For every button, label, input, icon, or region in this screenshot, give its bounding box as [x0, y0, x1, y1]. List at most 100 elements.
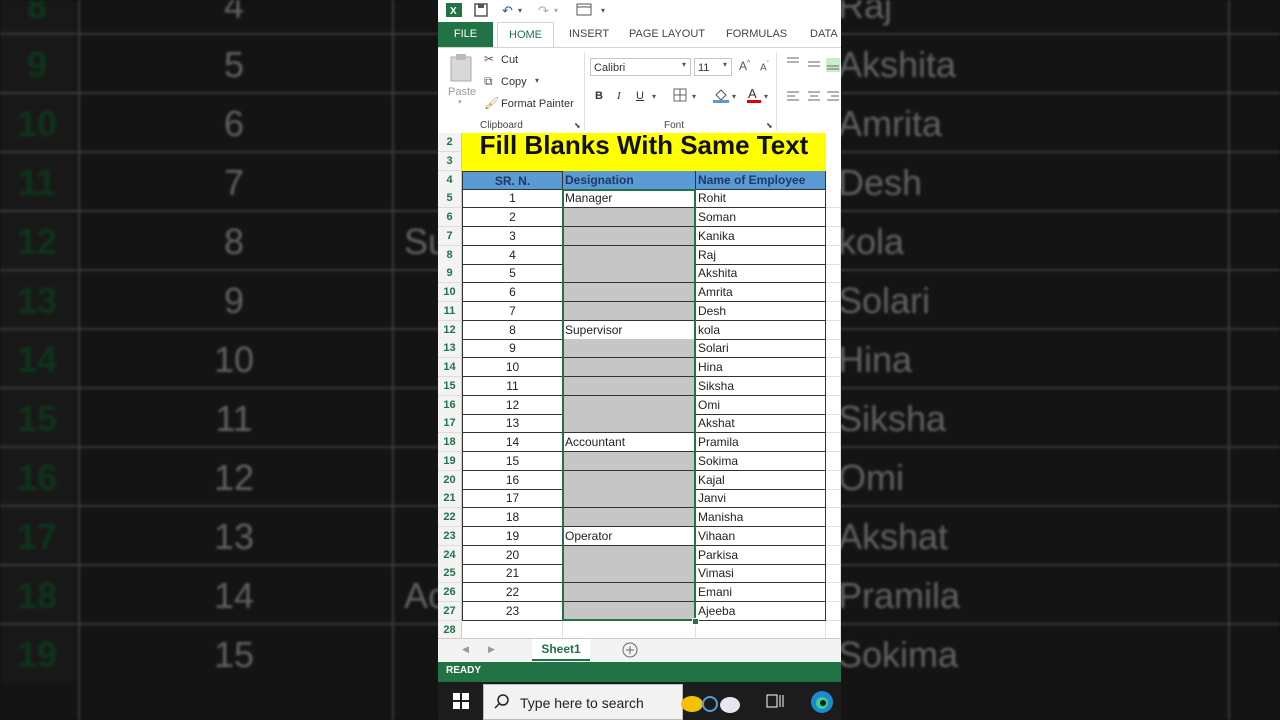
- name-cell[interactable]: Kajal: [696, 470, 826, 490]
- worksheet-grid[interactable]: 2 3 Fill Blanks With Same Text 4 SR. N. Desig…: [438, 133, 841, 638]
- form-icon[interactable]: [576, 3, 592, 20]
- copy-button[interactable]: Copy: [501, 76, 527, 88]
- taskbar-search-box[interactable]: Type here to search: [483, 684, 740, 720]
- name-cell[interactable]: Desh: [696, 301, 826, 321]
- row-header[interactable]: 7: [438, 226, 462, 246]
- row-header[interactable]: 9: [438, 264, 462, 284]
- sr-cell[interactable]: 1: [462, 189, 563, 209]
- tab-home[interactable]: HOME: [497, 22, 554, 48]
- paste-button[interactable]: Paste: [448, 86, 476, 98]
- title-cell[interactable]: Fill Blanks With Same Text: [462, 133, 826, 171]
- name-cell[interactable]: Ajeeba: [696, 601, 826, 621]
- row-header[interactable]: 14: [438, 358, 462, 377]
- sr-cell[interactable]: 5: [462, 264, 563, 284]
- name-cell[interactable]: Janvi: [696, 489, 826, 509]
- name-cell[interactable]: Omi: [696, 395, 826, 415]
- empty-cell[interactable]: [826, 414, 841, 434]
- name-cell[interactable]: Vimasi: [696, 564, 826, 584]
- name-cell[interactable]: Akshat: [696, 414, 826, 434]
- sr-cell[interactable]: 6: [462, 283, 563, 302]
- sr-cell[interactable]: 18: [462, 508, 563, 527]
- edge-browser-icon[interactable]: [810, 690, 834, 717]
- cut-icon[interactable]: ✂: [484, 52, 494, 66]
- format-painter-icon[interactable]: 🖌: [484, 96, 499, 110]
- designation-cell[interactable]: [563, 245, 696, 265]
- row-header[interactable]: 5: [438, 189, 462, 209]
- designation-cell[interactable]: [563, 601, 696, 621]
- font-launcher-icon[interactable]: ⬊: [766, 121, 773, 130]
- empty-cell[interactable]: [826, 620, 841, 638]
- row-header[interactable]: 17: [438, 414, 462, 434]
- name-cell[interactable]: Solari: [696, 339, 826, 359]
- empty-cell[interactable]: [826, 245, 841, 265]
- designation-cell[interactable]: [563, 489, 696, 509]
- sr-cell[interactable]: 15: [462, 451, 563, 471]
- empty-cell[interactable]: [826, 376, 841, 396]
- fill-color-icon[interactable]: [712, 86, 730, 107]
- sr-cell[interactable]: 17: [462, 489, 563, 509]
- row-header[interactable]: 25: [438, 564, 462, 584]
- designation-cell[interactable]: [563, 264, 696, 284]
- row-header[interactable]: 19: [438, 451, 462, 471]
- designation-cell[interactable]: [563, 451, 696, 471]
- row-header[interactable]: 24: [438, 545, 462, 565]
- row-header[interactable]: 4: [438, 170, 462, 190]
- sr-cell[interactable]: 8: [462, 320, 563, 340]
- tab-formulas[interactable]: FORMULAS: [726, 22, 787, 47]
- designation-cell[interactable]: [563, 545, 696, 565]
- row-header[interactable]: 22: [438, 508, 462, 527]
- empty-cell[interactable]: [826, 451, 841, 471]
- designation-cell[interactable]: [563, 376, 696, 396]
- font-color-icon[interactable]: A: [746, 86, 762, 107]
- row-header[interactable]: 12: [438, 320, 462, 340]
- empty-cell[interactable]: [826, 508, 841, 527]
- designation-cell[interactable]: [563, 583, 696, 602]
- borders-icon[interactable]: [673, 88, 687, 105]
- designation-cell[interactable]: Operator: [563, 526, 696, 546]
- name-cell[interactable]: Hina: [696, 358, 826, 377]
- increase-font-icon[interactable]: A^: [739, 59, 750, 73]
- align-center-icon[interactable]: [807, 90, 821, 105]
- row-header[interactable]: 8: [438, 245, 462, 265]
- designation-cell[interactable]: Accountant: [563, 433, 696, 452]
- fill-handle[interactable]: [692, 617, 699, 625]
- designation-cell[interactable]: [563, 226, 696, 246]
- borders-dropdown-icon[interactable]: ▾: [692, 92, 696, 101]
- name-cell[interactable]: Vihaan: [696, 526, 826, 546]
- task-view-icon[interactable]: [766, 693, 784, 712]
- name-cell[interactable]: kola: [696, 320, 826, 340]
- name-cell[interactable]: Akshita: [696, 264, 826, 284]
- name-cell[interactable]: Amrita: [696, 283, 826, 302]
- sr-cell[interactable]: 16: [462, 470, 563, 490]
- name-cell[interactable]: Manisha: [696, 508, 826, 527]
- undo-dropdown-icon[interactable]: ▾: [518, 6, 522, 15]
- empty-cell[interactable]: [563, 620, 696, 638]
- sr-cell[interactable]: 19: [462, 526, 563, 546]
- designation-cell[interactable]: [563, 414, 696, 434]
- row-header[interactable]: 28: [438, 620, 462, 638]
- row-header[interactable]: 27: [438, 601, 462, 621]
- row-header[interactable]: 11: [438, 301, 462, 321]
- row-header[interactable]: 26: [438, 583, 462, 602]
- empty-cell[interactable]: [826, 564, 841, 584]
- header-designation-cell[interactable]: Designation: [563, 170, 696, 190]
- designation-cell[interactable]: Supervisor: [563, 320, 696, 340]
- windows-start-icon[interactable]: [453, 693, 469, 712]
- tab-data[interactable]: DATA: [810, 22, 838, 47]
- name-cell[interactable]: Sokima: [696, 451, 826, 471]
- sheet-tab[interactable]: Sheet1: [532, 639, 590, 661]
- empty-cell[interactable]: [826, 264, 841, 284]
- name-cell[interactable]: Parkisa: [696, 545, 826, 565]
- sr-cell[interactable]: 11: [462, 376, 563, 396]
- designation-cell[interactable]: [563, 508, 696, 527]
- sr-cell[interactable]: 7: [462, 301, 563, 321]
- row-header[interactable]: 2: [438, 133, 462, 152]
- italic-button[interactable]: I: [617, 90, 621, 102]
- align-top-icon[interactable]: [786, 56, 800, 71]
- font-size-dropdown-icon[interactable]: ▾: [723, 60, 727, 69]
- align-bottom-icon[interactable]: [826, 58, 840, 75]
- empty-cell[interactable]: [826, 433, 841, 452]
- designation-cell[interactable]: Manager: [563, 189, 696, 209]
- sr-cell[interactable]: 3: [462, 226, 563, 246]
- empty-cell[interactable]: [826, 301, 841, 321]
